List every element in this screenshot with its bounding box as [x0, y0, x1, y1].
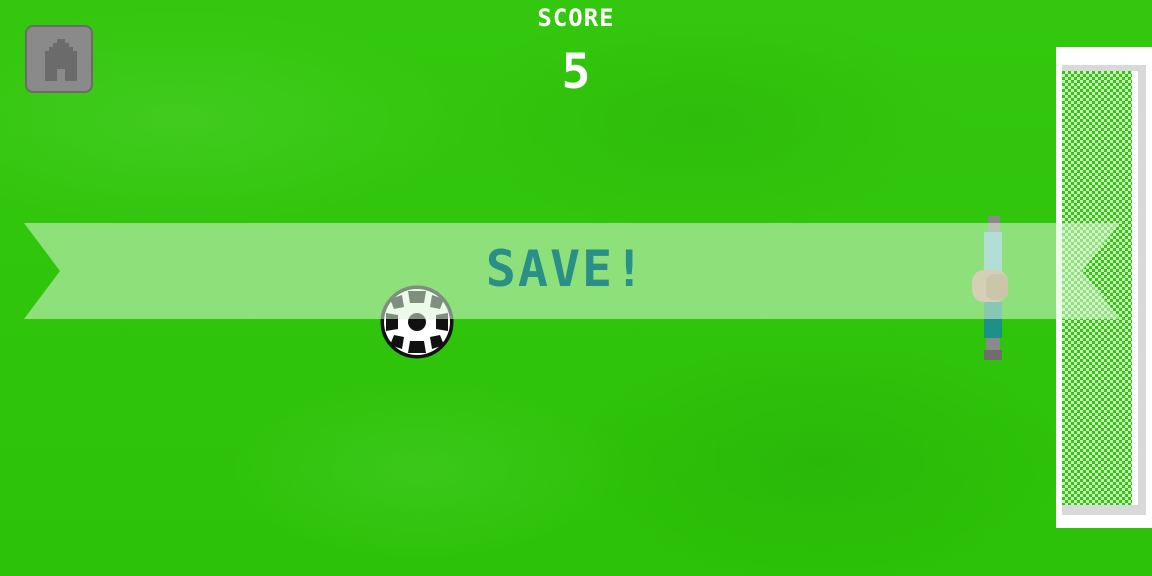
score-label: SCORE — [537, 4, 615, 32]
save-banner-text: SAVE! — [485, 240, 647, 298]
goal-post — [1132, 71, 1138, 505]
score-value: 5 — [561, 44, 591, 100]
